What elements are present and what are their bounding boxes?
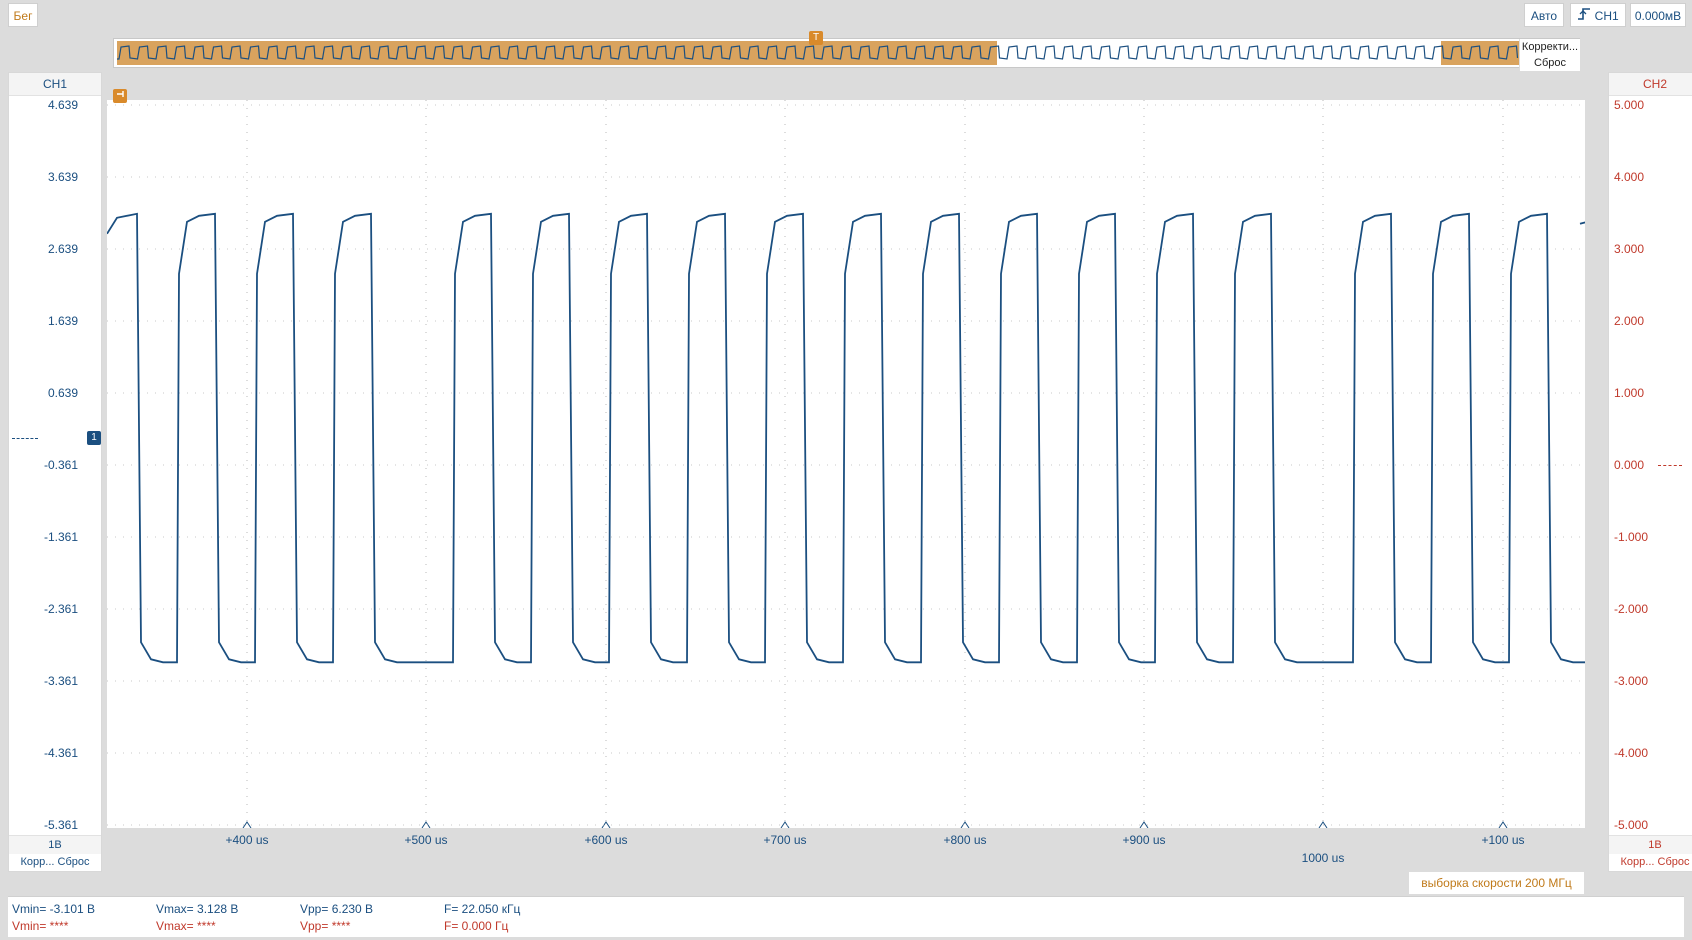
trigger-position-marker[interactable]: T [809, 31, 823, 45]
time-tick-mark [960, 821, 970, 829]
ch2-y-tick-label: -4.000 [1614, 746, 1649, 760]
ch1-ground-marker[interactable]: 1 [87, 431, 101, 445]
ch1-buttons: Корр... Сброс [9, 853, 101, 871]
overview-reset-button[interactable]: Сброс [1519, 55, 1580, 71]
ch1-waveform-trace [106, 212, 1610, 664]
ch2-correction-button[interactable]: Корр... [1621, 856, 1655, 868]
ch1-y-tick-label: -3.361 [43, 674, 78, 688]
ch1-title[interactable]: CH1 [9, 73, 101, 96]
time-tick-label: +100 us [1481, 833, 1525, 847]
ch2-y-tick-label: -1.000 [1614, 530, 1649, 544]
ch1-vpp: Vpp= 6.230 В [300, 902, 374, 916]
trigger-channel-label: CH1 [1594, 9, 1619, 23]
ch2-y-tick-label: -3.000 [1614, 674, 1649, 688]
ch2-buttons: Корр... Сброс [1609, 853, 1692, 871]
trigger-level-button[interactable]: 0.000мВ [1630, 3, 1686, 27]
ch2-reset-button[interactable]: Сброс [1658, 856, 1690, 868]
ch1-y-tick-label: -1.361 [43, 530, 78, 544]
ch2-ground-dash [1658, 465, 1682, 466]
ch2-y-tick-label: 3.000 [1614, 242, 1645, 256]
trigger-mode-button[interactable]: Авто [1524, 3, 1564, 27]
ch1-y-tick-label: -4.361 [43, 746, 78, 760]
time-tick-label: +600 us [584, 833, 628, 847]
rising-edge-icon [1577, 5, 1591, 29]
ch2-y-tick-label: 1.000 [1614, 386, 1645, 400]
ch1-y-tick-label: 1.639 [47, 314, 78, 328]
time-tick-mark [1498, 821, 1508, 829]
ch2-frequency: F= 0.000 Гц [444, 919, 509, 933]
ch2-y-tick-label: -2.000 [1614, 602, 1649, 616]
trigger-level-marker[interactable] [113, 89, 127, 103]
ch1-vmax: Vmax= 3.128 В [156, 902, 239, 916]
ch2-y-tick-label: 5.000 [1614, 98, 1645, 112]
time-tick-mark [1139, 821, 1149, 829]
time-tick-label: +400 us [225, 833, 269, 847]
time-tick-label: +700 us [763, 833, 807, 847]
ch1-y-tick-label: 2.639 [47, 242, 78, 256]
oscilloscope-display[interactable] [106, 100, 1610, 829]
ch1-reset-button[interactable]: Сброс [58, 856, 90, 868]
ch1-vmin: Vmin= -3.101 В [12, 902, 96, 916]
ch2-y-tick-label: 2.000 [1614, 314, 1645, 328]
overview-correction-button[interactable]: Корректи... [1519, 39, 1580, 55]
ch2-y-tick-label: -5.000 [1614, 818, 1649, 832]
ch1-y-tick-label: 3.639 [47, 170, 78, 184]
waveform-plot [106, 100, 1610, 829]
ch1-correction-button[interactable]: Корр... [21, 856, 55, 868]
waveform-overview[interactable] [113, 38, 1580, 68]
run-status-button[interactable]: Бег [8, 3, 38, 27]
ch1-ground-dash [12, 438, 38, 439]
sample-rate-label: выборка скорости 200 МГц [1409, 872, 1584, 894]
ch1-y-tick-label: -5.361 [43, 818, 78, 832]
time-tick-label: +800 us [943, 833, 987, 847]
time-tick-label: +900 us [1122, 833, 1166, 847]
ch2-y-tick-label: 4.000 [1614, 170, 1645, 184]
ch2-vmin: Vmin= **** [12, 919, 69, 933]
time-axis-center-label: 1000 us [1301, 851, 1345, 865]
ch1-frequency: F= 22.050 кГц [444, 902, 521, 916]
ch2-scale[interactable]: 1В [1609, 835, 1692, 854]
time-tick-label: +500 us [404, 833, 448, 847]
ch2-vmax: Vmax= **** [156, 919, 216, 933]
ch1-y-tick-label: 4.639 [47, 98, 78, 112]
time-tick-mark [242, 821, 252, 829]
ch1-y-tick-label: -2.361 [43, 602, 78, 616]
ch1-scale[interactable]: 1В [9, 835, 101, 854]
time-tick-mark [421, 821, 431, 829]
ch1-y-tick-label: -0.361 [43, 458, 78, 472]
trigger-channel-button[interactable]: CH1 [1570, 3, 1626, 27]
measurements-panel: Vmin= -3.101 В Vmax= 3.128 В Vpp= 6.230 … [8, 896, 1684, 937]
ch1-y-tick-label: 0.639 [47, 386, 78, 400]
ch2-title[interactable]: CH2 [1609, 73, 1692, 96]
ch2-vpp: Vpp= **** [300, 919, 351, 933]
